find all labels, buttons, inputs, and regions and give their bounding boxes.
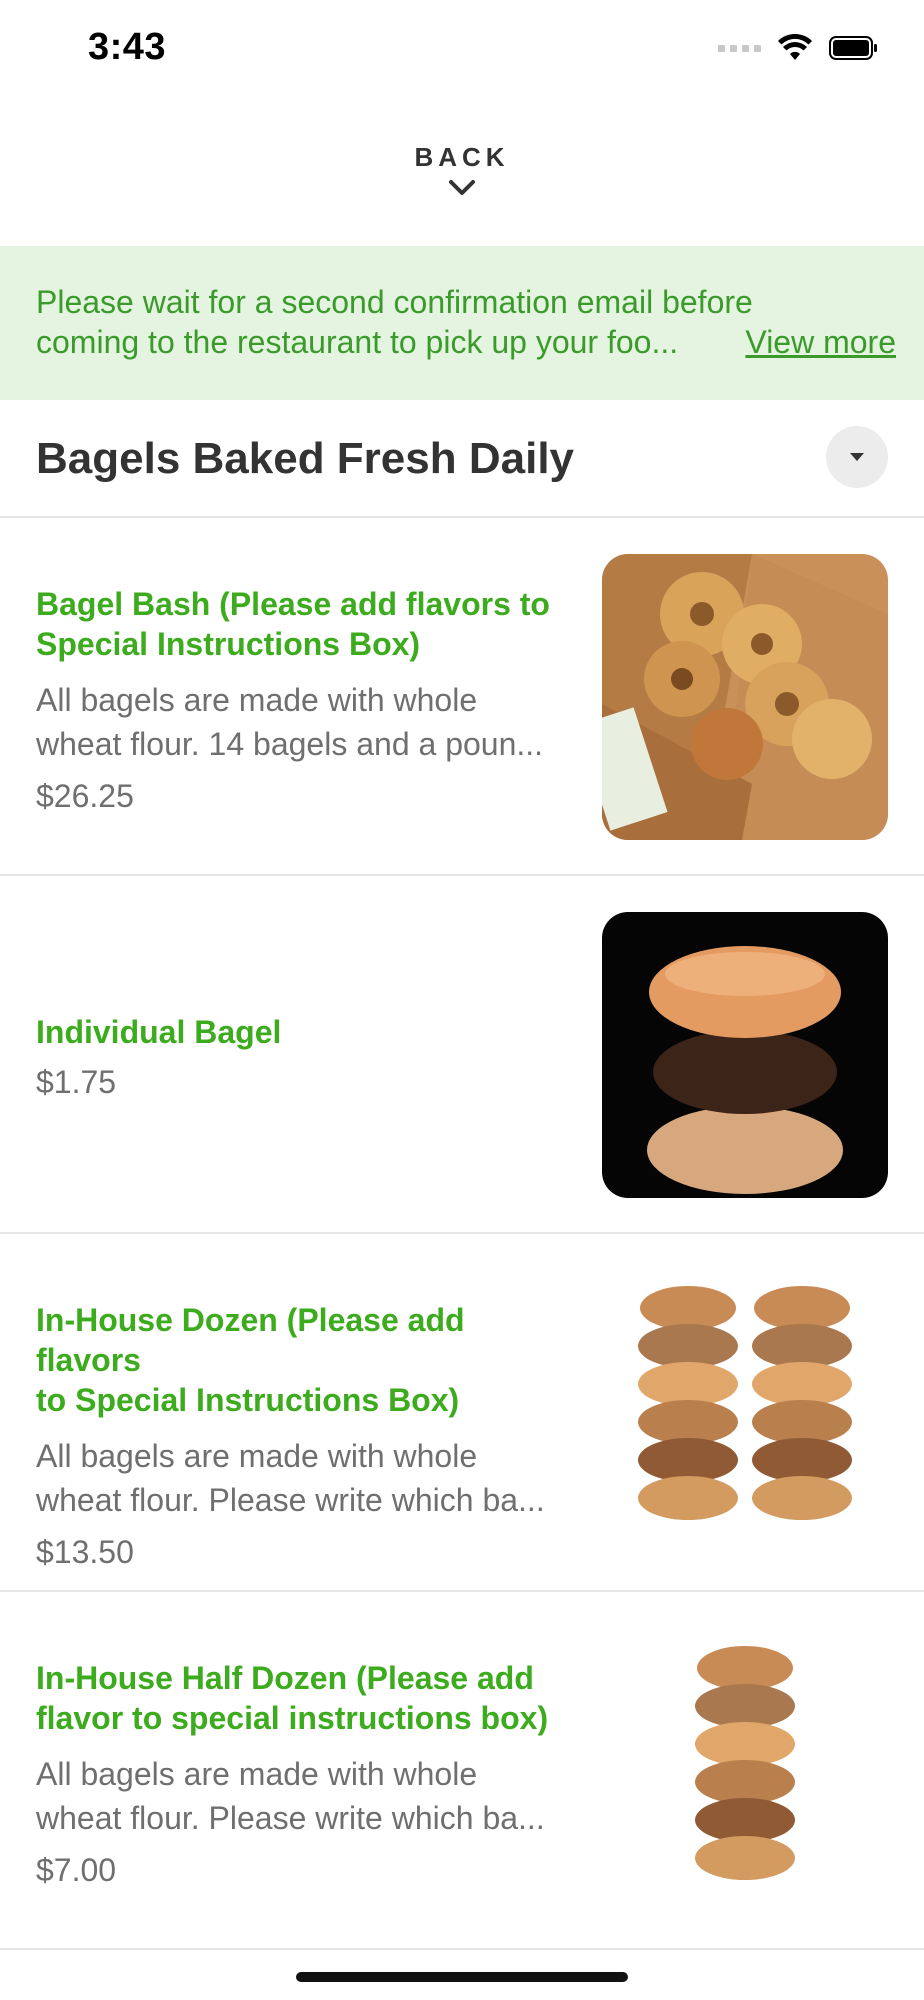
chevron-down-icon xyxy=(449,180,475,195)
home-indicator[interactable] xyxy=(296,1972,628,1982)
banner-line-2: coming to the restaurant to pick up your… xyxy=(36,324,679,360)
item-title: In-House Half Dozen (Please add flavor t… xyxy=(36,1660,549,1736)
back-label: BACK xyxy=(414,142,510,172)
item-price: $13.50 xyxy=(36,1534,134,1570)
section-header: Bagels Baked Fresh Daily xyxy=(0,400,924,518)
menu-item-individual-bagel[interactable]: Individual Bagel $1.75 xyxy=(0,876,924,1234)
back-button[interactable]: BACK xyxy=(0,142,924,197)
confirmation-banner: Please wait for a second confirmation em… xyxy=(0,246,924,400)
wifi-icon xyxy=(778,34,812,60)
item-description: All bagels are made with whole wheat flo… xyxy=(36,1756,545,1836)
item-price: $7.00 xyxy=(36,1852,117,1888)
half-dozen-bagels-photo xyxy=(602,1628,888,1914)
item-description: All bagels are made with whole wheat flo… xyxy=(36,682,544,762)
menu-item-bagel-bash[interactable]: Bagel Bash (Please add flavors to Specia… xyxy=(0,518,924,876)
status-time: 3:43 xyxy=(88,26,167,68)
bagel-stack-photo xyxy=(602,912,888,1198)
menu-item-in-house-half-dozen[interactable]: In-House Half Dozen (Please add flavor t… xyxy=(0,1592,924,1950)
menu-item-in-house-dozen[interactable]: In-House Dozen (Please add flavors to Sp… xyxy=(0,1234,924,1592)
section-title: Bagels Baked Fresh Daily xyxy=(36,434,575,483)
item-title: Bagel Bash (Please add flavors to Specia… xyxy=(36,586,550,662)
banner-text: Please wait for a second confirmation em… xyxy=(36,282,896,362)
cellular-signal-icon xyxy=(718,44,761,52)
view-more-link[interactable]: View more xyxy=(745,322,896,362)
banner-line-1: Please wait for a second confirmation em… xyxy=(36,284,753,320)
item-title: In-House Dozen (Please add flavors to Sp… xyxy=(36,1302,465,1418)
bagel-box-photo xyxy=(602,554,888,840)
caret-down-icon xyxy=(850,453,864,461)
item-title: Individual Bagel xyxy=(36,1014,282,1050)
item-price: $1.75 xyxy=(36,1064,117,1100)
item-description: All bagels are made with whole wheat flo… xyxy=(36,1438,545,1518)
section-dropdown-button[interactable] xyxy=(826,426,888,488)
status-bar: 3:43 xyxy=(0,0,924,100)
status-icons xyxy=(718,34,879,62)
dozen-bagels-photo xyxy=(602,1270,888,1556)
battery-icon xyxy=(829,36,877,60)
item-price: $26.25 xyxy=(36,778,134,814)
